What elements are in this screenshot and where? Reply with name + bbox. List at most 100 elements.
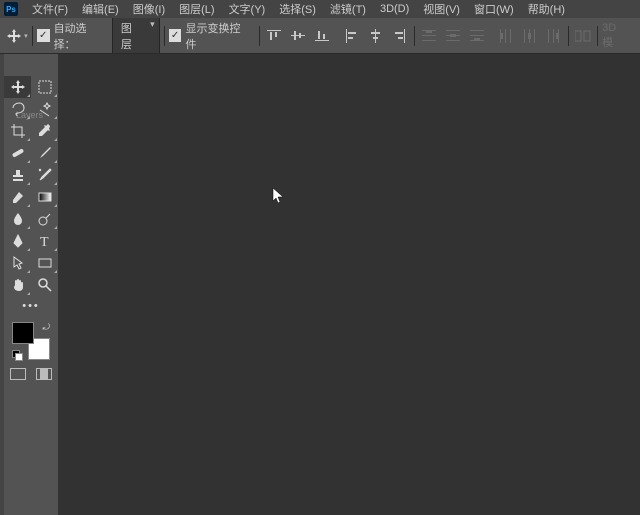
- lasso-icon: [10, 101, 26, 117]
- type-tool[interactable]: T: [31, 230, 58, 252]
- distribute-right-icon: [547, 29, 561, 43]
- zoom-tool[interactable]: [31, 274, 58, 296]
- canvas-area[interactable]: [58, 54, 640, 515]
- gradient-icon: [37, 189, 53, 205]
- wand-icon: [37, 101, 53, 117]
- current-tool-indicator[interactable]: ▾: [6, 25, 28, 47]
- foreground-color[interactable]: [12, 322, 34, 344]
- mode-3d-label: 3D 模: [602, 22, 630, 50]
- auto-align-button[interactable]: [573, 26, 593, 46]
- show-transform-checkbox[interactable]: ✓: [169, 29, 182, 42]
- stamp-icon: [10, 167, 26, 183]
- history-brush-icon: [37, 167, 53, 183]
- separator: [597, 26, 598, 46]
- eraser-tool[interactable]: [4, 186, 31, 208]
- separator: [568, 26, 569, 46]
- align-vcenter-button[interactable]: [288, 26, 308, 46]
- menu-edit[interactable]: 编辑(E): [76, 0, 125, 19]
- distribute-horizontal-group: [496, 26, 564, 46]
- move-tool[interactable]: [4, 76, 31, 98]
- rectangle-tool[interactable]: [31, 252, 58, 274]
- screen-mode-row: [4, 364, 58, 384]
- align-hcenter-button[interactable]: [366, 26, 386, 46]
- eraser-icon: [10, 189, 26, 205]
- distribute-bottom-button[interactable]: [467, 26, 487, 46]
- default-colors-icon[interactable]: [12, 350, 22, 360]
- align-right-icon: [393, 29, 407, 43]
- app-logo: Ps: [4, 2, 18, 16]
- rectangle-icon: [37, 255, 53, 271]
- toolbox: Layers T: [4, 54, 58, 515]
- blur-tool[interactable]: [4, 208, 31, 230]
- crop-tool[interactable]: [4, 120, 31, 142]
- eyedropper-icon: [37, 123, 53, 139]
- chevron-down-icon: ▾: [24, 32, 28, 40]
- stamp-tool[interactable]: [4, 164, 31, 186]
- auto-select-label: 自动选择：: [54, 20, 108, 52]
- auto-select-value: 图层: [121, 23, 132, 51]
- brush-icon: [37, 145, 53, 161]
- pen-tool[interactable]: [4, 230, 31, 252]
- quickmask-button[interactable]: [10, 368, 26, 380]
- menu-help[interactable]: 帮助(H): [522, 0, 571, 19]
- color-swatches[interactable]: ⤾: [12, 322, 50, 360]
- dodge-icon: [37, 211, 53, 227]
- gradient-tool[interactable]: [31, 186, 58, 208]
- screen-mode-button[interactable]: [36, 368, 52, 380]
- menu-view[interactable]: 视图(V): [417, 0, 466, 19]
- align-bottom-button[interactable]: [312, 26, 332, 46]
- zoom-icon: [37, 277, 53, 293]
- options-bar: ▾ ✓ 自动选择： 图层 ✓ 显示变换控件 3D 模: [0, 18, 640, 54]
- arrow-icon: [10, 255, 26, 271]
- menu-image[interactable]: 图像(I): [127, 0, 171, 19]
- show-transform-label: 显示变换控件: [185, 20, 250, 52]
- lasso-tool[interactable]: [4, 98, 31, 120]
- hand-tool[interactable]: [4, 274, 31, 296]
- eyedropper-tool[interactable]: [31, 120, 58, 142]
- menu-3d[interactable]: 3D(D): [374, 1, 415, 17]
- move-icon: [10, 79, 26, 95]
- brush-tool[interactable]: [31, 142, 58, 164]
- align-hcenter-icon: [369, 29, 383, 43]
- distribute-hcenter-button[interactable]: [520, 26, 540, 46]
- svg-text:T: T: [40, 235, 49, 249]
- menu-bar: Ps 文件(F) 编辑(E) 图像(I) 图层(L) 文字(Y) 选择(S) 滤…: [0, 0, 640, 18]
- path-select-tool[interactable]: [4, 252, 31, 274]
- align-horizontal-group: [342, 26, 410, 46]
- align-vcenter-icon: [291, 29, 305, 43]
- align-left-button[interactable]: [342, 26, 362, 46]
- bandaid-icon: [10, 145, 26, 161]
- edit-toolbar-button[interactable]: •••: [4, 296, 58, 316]
- auto-select-checkbox[interactable]: ✓: [37, 29, 50, 42]
- align-vertical-group: [264, 26, 332, 46]
- distribute-vertical-group: [419, 26, 487, 46]
- separator: [259, 26, 260, 46]
- menu-window[interactable]: 窗口(W): [468, 0, 520, 19]
- distribute-left-button[interactable]: [496, 26, 516, 46]
- align-left-icon: [345, 29, 359, 43]
- distribute-vcenter-button[interactable]: [443, 26, 463, 46]
- distribute-top-icon: [422, 29, 436, 43]
- marquee-icon: [37, 79, 53, 95]
- distribute-right-button[interactable]: [544, 26, 564, 46]
- align-right-button[interactable]: [390, 26, 410, 46]
- type-icon: T: [37, 233, 53, 249]
- align-top-icon: [267, 29, 281, 43]
- dodge-tool[interactable]: [31, 208, 58, 230]
- menu-type[interactable]: 文字(Y): [223, 0, 272, 19]
- move-icon: [6, 28, 22, 44]
- menu-filter[interactable]: 滤镜(T): [324, 0, 372, 19]
- drop-icon: [10, 211, 26, 227]
- distribute-top-button[interactable]: [419, 26, 439, 46]
- healing-tool[interactable]: [4, 142, 31, 164]
- align-top-button[interactable]: [264, 26, 284, 46]
- menu-file[interactable]: 文件(F): [26, 0, 74, 19]
- pen-icon: [10, 233, 26, 249]
- menu-layer[interactable]: 图层(L): [173, 0, 220, 19]
- history-brush-tool[interactable]: [31, 164, 58, 186]
- quick-select-tool[interactable]: [31, 98, 58, 120]
- swap-colors-icon[interactable]: ⤾: [43, 322, 51, 333]
- artboard-tool[interactable]: [31, 76, 58, 98]
- auto-select-dropdown[interactable]: 图层: [112, 18, 160, 54]
- menu-select[interactable]: 选择(S): [273, 0, 322, 19]
